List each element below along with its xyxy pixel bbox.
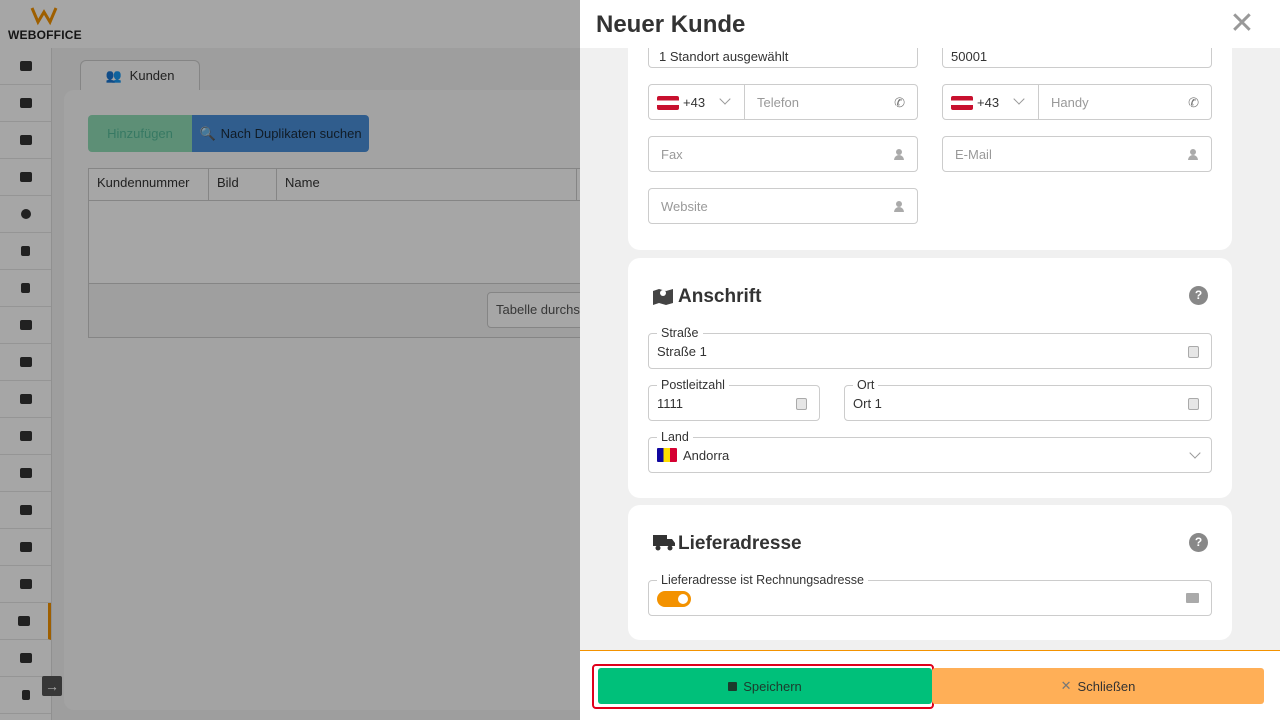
austria-flag-icon [951, 96, 973, 110]
street-value: Straße 1 [657, 344, 707, 359]
phone-icon: ✆ [894, 95, 905, 110]
save-icon [728, 681, 738, 691]
drawer-body[interactable]: 1 Standort ausgewählt 50001 +43 Telefon … [580, 48, 1280, 650]
phone-icon: ✆ [1188, 95, 1199, 110]
email-field[interactable]: E-Mail [942, 136, 1212, 172]
address-card: Anschrift ? Straße Straße 1 Postleitzahl… [628, 258, 1232, 498]
street-label: Straße [657, 326, 703, 340]
country-label: Land [657, 430, 693, 444]
phone-placeholder: Telefon [757, 95, 799, 110]
drawer-title: Neuer Kunde [596, 11, 746, 38]
country-select[interactable]: Land Andorra [648, 430, 1212, 473]
close-icon[interactable]: ✕ [1228, 9, 1256, 39]
address-help-icon[interactable]: ? [1189, 286, 1208, 305]
city-field[interactable]: Ort Ort 1 [844, 378, 1212, 421]
chevron-down-icon[interactable] [1189, 447, 1201, 459]
zip-field-partial[interactable]: 50001 [942, 48, 1212, 68]
contact-card-icon [1188, 346, 1199, 358]
zip-label: Postleitzahl [657, 378, 729, 392]
location-select[interactable]: 1 Standort ausgewählt [648, 48, 918, 68]
street-field[interactable]: Straße Straße 1 [648, 326, 1212, 369]
website-field[interactable]: Website [648, 188, 918, 224]
location-value: 1 Standort ausgewählt [659, 49, 789, 64]
new-customer-drawer: Neuer Kunde ✕ 1 Standort ausgewählt 5000… [580, 0, 1280, 720]
person-icon [894, 149, 904, 160]
delivery-card: Lieferadresse ? Lieferadresse ist Rechnu… [628, 505, 1232, 640]
save-button-label: Speichern [743, 678, 802, 694]
country-value: Andorra [683, 448, 730, 463]
same-address-label: Lieferadresse ist Rechnungsadresse [657, 573, 868, 587]
close-x-icon: ✕ [1060, 678, 1072, 693]
contact-card-icon [796, 398, 807, 410]
delivery-section-title: Lieferadresse [678, 533, 802, 554]
inbox-icon [1186, 593, 1199, 603]
address-section-title: Anschrift [678, 286, 762, 307]
zip-value: 1111 [657, 396, 684, 411]
drawer-footer: Speichern ✕ Schließen [580, 650, 1280, 720]
fax-placeholder: Fax [661, 147, 683, 162]
phone-country-code[interactable]: +43 [683, 95, 705, 110]
mobile-field[interactable]: +43 Handy ✆ [942, 84, 1212, 120]
close-button[interactable]: ✕ Schließen [932, 668, 1264, 704]
fax-field[interactable]: Fax [648, 136, 918, 172]
chevron-down-icon[interactable] [719, 93, 731, 105]
truck-icon [653, 535, 675, 551]
phone-divider [744, 85, 745, 119]
contact-card: 1 Standort ausgewählt 50001 +43 Telefon … [628, 48, 1232, 250]
map-icon [653, 289, 673, 305]
city-value: Ort 1 [853, 396, 882, 411]
andorra-flag-icon [657, 448, 677, 462]
mobile-country-code[interactable]: +43 [977, 95, 999, 110]
drawer-header: Neuer Kunde ✕ [580, 0, 1280, 48]
chevron-down-icon[interactable] [1013, 93, 1025, 105]
same-address-toggle[interactable] [657, 591, 691, 607]
delivery-help-icon[interactable]: ? [1189, 533, 1208, 552]
same-address-field: Lieferadresse ist Rechnungsadresse [648, 573, 1212, 616]
website-placeholder: Website [661, 199, 708, 214]
contact-card-icon [1188, 398, 1199, 410]
zip-partial-value: 50001 [951, 49, 988, 64]
city-label: Ort [853, 378, 879, 392]
close-button-label: Schließen [1077, 678, 1136, 694]
zip-field[interactable]: Postleitzahl 1111 [648, 378, 820, 421]
person-icon [1188, 149, 1198, 160]
email-placeholder: E-Mail [955, 147, 992, 162]
mobile-divider [1038, 85, 1039, 119]
person-icon [894, 201, 904, 212]
save-button[interactable]: Speichern [598, 668, 932, 704]
austria-flag-icon [657, 96, 679, 110]
phone-field[interactable]: +43 Telefon ✆ [648, 84, 918, 120]
mobile-placeholder: Handy [1051, 95, 1089, 110]
